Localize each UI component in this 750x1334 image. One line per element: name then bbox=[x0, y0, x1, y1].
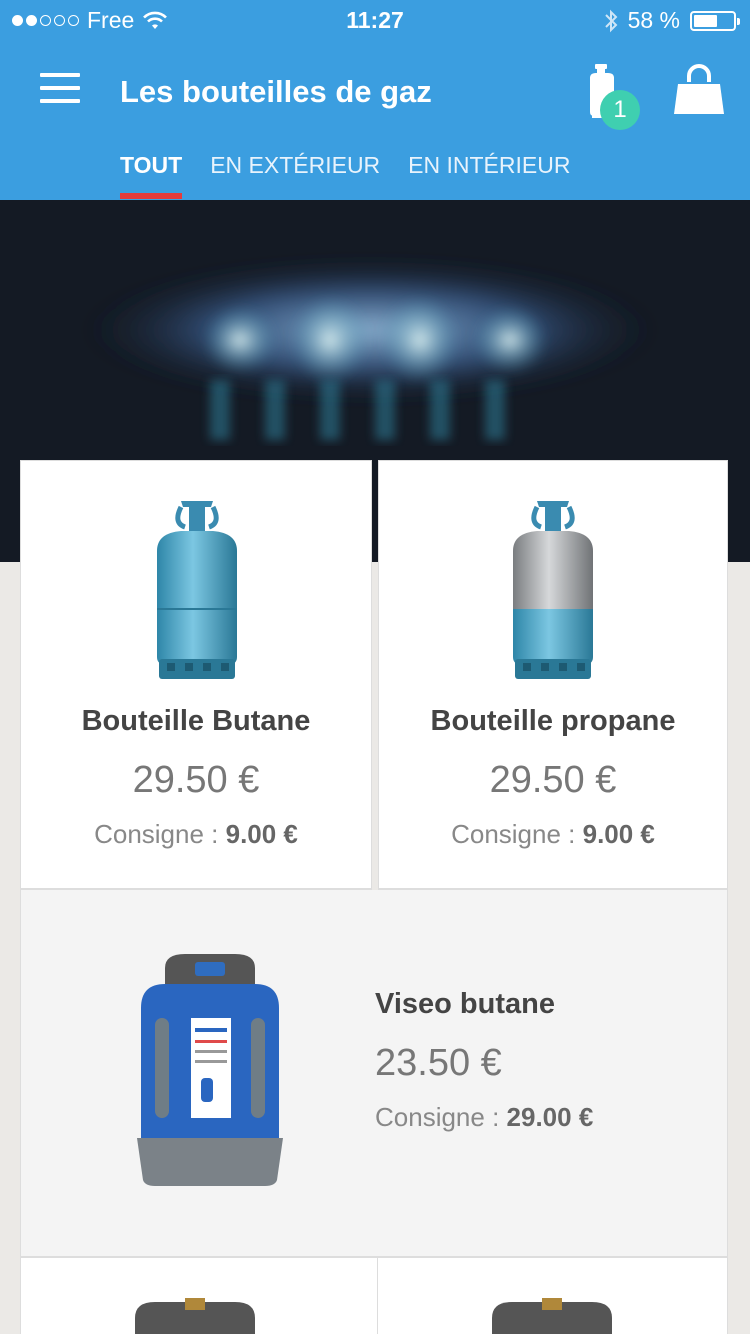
product-deposit: Consigne : 9.00 € bbox=[21, 819, 371, 850]
deposit-label: Consigne : bbox=[375, 1102, 507, 1132]
bottle-selection-button[interactable]: 1 bbox=[580, 62, 642, 130]
product-card-propane[interactable]: Bouteille propane 29.50 € Consigne : 9.0… bbox=[378, 460, 728, 890]
tab-en-exterieur[interactable]: EN EXTÉRIEUR bbox=[210, 152, 380, 195]
gas-bottle-image bbox=[135, 1298, 255, 1334]
deposit-value: 9.00 € bbox=[225, 819, 298, 849]
product-deposit: Consigne : 29.00 € bbox=[375, 1102, 593, 1133]
propane-bottle-image bbox=[513, 501, 593, 679]
category-tabs: TOUT EN EXTÉRIEUR EN INTÉRIEUR bbox=[120, 152, 570, 199]
battery-percent: 58 % bbox=[627, 7, 680, 33]
product-name: Viseo butane bbox=[375, 988, 555, 1020]
deposit-value: 29.00 € bbox=[506, 1102, 594, 1132]
page-title: Les bouteilles de gaz bbox=[120, 74, 432, 109]
product-card-partial-left[interactable] bbox=[20, 1258, 378, 1334]
product-name: Bouteille Butane bbox=[81, 705, 311, 737]
product-card-viseo[interactable]: Viseo butane 23.50 € Consigne : 29.00 € bbox=[20, 890, 728, 1258]
hamburger-menu-button[interactable] bbox=[40, 73, 80, 107]
product-deposit: Consigne : 9.00 € bbox=[379, 819, 727, 850]
deposit-value: 9.00 € bbox=[582, 819, 655, 849]
viseo-bottle-image bbox=[137, 954, 283, 1186]
product-price: 29.50 € bbox=[489, 759, 617, 801]
gas-bottle-image bbox=[492, 1298, 612, 1334]
shopping-bag-icon bbox=[674, 64, 724, 114]
product-price: 29.50 € bbox=[132, 759, 260, 801]
bluetooth-icon bbox=[604, 9, 617, 32]
product-card-partial-right[interactable] bbox=[378, 1258, 728, 1334]
deposit-label: Consigne : bbox=[451, 819, 583, 849]
battery-icon bbox=[690, 10, 740, 31]
product-price: 23.50 € bbox=[375, 1042, 502, 1084]
app-header: Les bouteilles de gaz 1 TOUT EN EXTÉRIEU… bbox=[0, 40, 750, 200]
status-right: 58 % bbox=[604, 7, 740, 34]
cart-count-badge: 1 bbox=[600, 90, 640, 130]
butane-bottle-image bbox=[157, 501, 237, 679]
shopping-bag-button[interactable] bbox=[672, 62, 728, 118]
tab-tout[interactable]: TOUT bbox=[120, 152, 183, 199]
status-bar: Free 11:27 58 % bbox=[0, 0, 750, 40]
product-name: Bouteille propane bbox=[430, 705, 676, 737]
tab-en-interieur[interactable]: EN INTÉRIEUR bbox=[408, 152, 570, 195]
deposit-label: Consigne : bbox=[94, 819, 226, 849]
product-card-butane[interactable]: Bouteille Butane 29.50 € Consigne : 9.00… bbox=[20, 460, 372, 890]
